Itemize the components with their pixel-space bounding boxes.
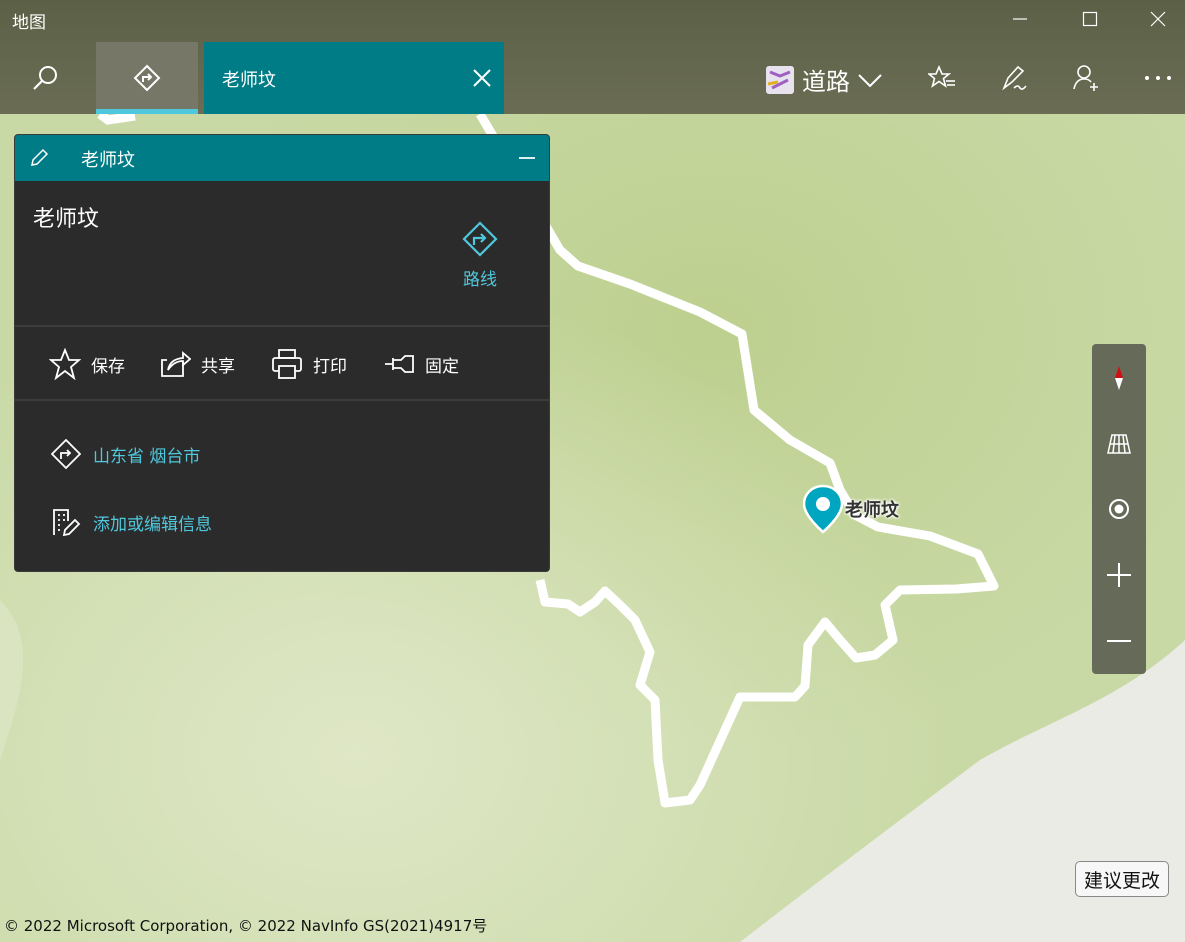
divider bbox=[15, 399, 549, 401]
top-bar: 地图 老师坟 道路 bbox=[0, 0, 1185, 114]
suggest-change-button[interactable]: 建议更改 bbox=[1075, 861, 1170, 897]
route-label: 路线 bbox=[463, 270, 497, 290]
share-button[interactable]: 共享 bbox=[159, 347, 235, 381]
close-tab-icon[interactable] bbox=[470, 66, 494, 90]
pin-button[interactable]: 固定 bbox=[383, 347, 459, 381]
pin-label: 固定 bbox=[425, 356, 459, 377]
address-text: 山东省 烟台市 bbox=[93, 446, 201, 467]
tilt-button[interactable] bbox=[1092, 424, 1146, 464]
plus-icon bbox=[1107, 563, 1131, 587]
sign-in-button[interactable] bbox=[1072, 62, 1100, 94]
maximize-button[interactable] bbox=[1070, 6, 1110, 32]
pin-label: 老师坟 bbox=[845, 500, 899, 521]
place-name: 老师坟 bbox=[33, 207, 100, 232]
map-style-selector[interactable]: 道路 bbox=[766, 62, 884, 97]
edit-info-link[interactable]: 添加或编辑信息 bbox=[51, 505, 212, 539]
window-title: 地图 bbox=[12, 13, 46, 33]
print-label: 打印 bbox=[313, 356, 347, 377]
chevron-down-icon bbox=[858, 73, 882, 87]
pen-icon bbox=[1002, 65, 1027, 91]
road-map-icon bbox=[766, 65, 794, 94]
search-tab-text: 老师坟 bbox=[222, 70, 276, 91]
printer-icon bbox=[272, 349, 302, 379]
add-user-icon bbox=[1073, 65, 1098, 91]
save-button[interactable]: 保存 bbox=[49, 347, 125, 381]
place-card-title: 老师坟 bbox=[81, 150, 135, 171]
print-button[interactable]: 打印 bbox=[271, 347, 347, 381]
location-icon bbox=[1109, 499, 1129, 519]
minimize-button[interactable] bbox=[1000, 6, 1040, 32]
favorites-icon bbox=[928, 64, 955, 88]
more-icon bbox=[1145, 76, 1171, 80]
place-card: 老师坟 老师坟 路线 保存 共享 打印 固定 山东省 烟台市 添加或编辑信息 bbox=[14, 134, 550, 572]
directions-icon bbox=[462, 221, 498, 257]
route-button[interactable]: 路线 bbox=[455, 221, 505, 290]
close-window-button[interactable] bbox=[1138, 6, 1178, 32]
copyright-text: © 2022 Microsoft Corporation, © 2022 Nav… bbox=[4, 917, 488, 935]
minus-icon bbox=[1107, 640, 1131, 642]
star-icon bbox=[49, 348, 81, 380]
active-tab-indicator bbox=[96, 109, 198, 114]
zoom-out-button[interactable] bbox=[1092, 621, 1146, 661]
search-button[interactable] bbox=[0, 42, 90, 114]
save-label: 保存 bbox=[91, 356, 125, 377]
map-style-label: 道路 bbox=[802, 68, 850, 96]
ink-button[interactable] bbox=[1000, 62, 1028, 94]
collapse-icon[interactable] bbox=[517, 148, 537, 168]
pin-icon bbox=[385, 355, 414, 373]
edit-info-text: 添加或编辑信息 bbox=[93, 514, 212, 535]
search-result-tab[interactable]: 老师坟 bbox=[204, 42, 504, 114]
divider bbox=[15, 325, 549, 327]
my-location-button[interactable] bbox=[1092, 489, 1146, 529]
directions-tab[interactable] bbox=[96, 42, 198, 114]
building-edit-icon bbox=[53, 509, 81, 537]
location-pin-icon[interactable] bbox=[803, 484, 843, 534]
pencil-icon bbox=[31, 148, 49, 166]
place-card-header: 老师坟 bbox=[15, 135, 549, 181]
directions-icon bbox=[51, 439, 81, 469]
zoom-in-button[interactable] bbox=[1092, 555, 1146, 595]
map-controls bbox=[1092, 344, 1146, 674]
search-icon bbox=[33, 66, 57, 90]
compass-icon bbox=[1115, 366, 1123, 390]
grid-tilt-icon bbox=[1107, 434, 1131, 454]
share-label: 共享 bbox=[201, 356, 235, 377]
address-link[interactable]: 山东省 烟台市 bbox=[51, 437, 200, 471]
share-icon bbox=[161, 351, 191, 377]
compass-button[interactable] bbox=[1092, 358, 1146, 398]
directions-icon bbox=[133, 64, 161, 92]
favorites-button[interactable] bbox=[928, 62, 956, 94]
more-button[interactable] bbox=[1144, 62, 1172, 94]
